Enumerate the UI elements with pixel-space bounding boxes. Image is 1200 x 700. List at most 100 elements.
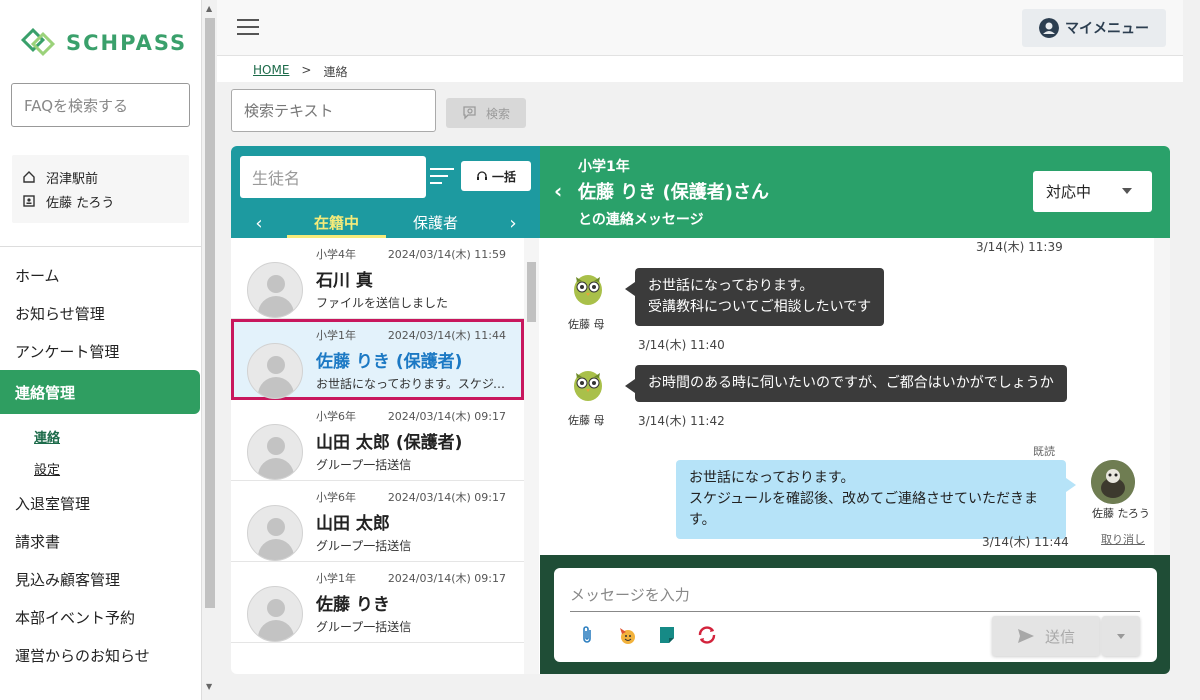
- conversation-rows: 小学4年 2024/03/14(木) 11:59 石川 真 ファイルを送信しまし…: [231, 238, 524, 643]
- list-item[interactable]: 小学1年 2024/03/14(木) 09:17 佐藤 りき グループ一括送信: [231, 562, 524, 643]
- message-bubble-outgoing[interactable]: お世話になっております。 スケジュールを確認後、改めてご連絡させていただきます。: [676, 460, 1076, 539]
- school-info: 沼津駅前 佐藤 たろう: [12, 155, 189, 223]
- breadcrumb-separator: >: [301, 63, 312, 77]
- message-bubble-incoming[interactable]: お世話になっております。 受講教科についてご相談したいです: [624, 268, 885, 326]
- tab-enrolled[interactable]: 在籍中: [287, 208, 386, 238]
- nav-item-invoices[interactable]: 請求書: [0, 522, 202, 560]
- row-message: ファイルを送信しました: [316, 296, 449, 310]
- send-icon: [1017, 629, 1034, 643]
- row-date: 2024/03/14(木) 11:44: [387, 329, 506, 342]
- sender-name: 佐藤 たろう: [1092, 507, 1150, 520]
- menu-icon[interactable]: [237, 19, 259, 37]
- list-item[interactable]: 小学4年 2024/03/14(木) 11:59 石川 真 ファイルを送信しまし…: [231, 238, 524, 319]
- message-timestamp: 3/14(木) 11:39: [976, 240, 1063, 254]
- list-item[interactable]: 小学6年 2024/03/14(木) 09:17 山田 太郎 (保護者) グルー…: [231, 400, 524, 481]
- row-date: 2024/03/14(木) 09:17: [387, 572, 506, 585]
- scheduled-send-icon[interactable]: [696, 624, 718, 646]
- avatar: [1091, 460, 1135, 504]
- stamp-icon[interactable]: [616, 624, 638, 646]
- owl-avatar-icon: [574, 371, 602, 401]
- message-timestamp: 3/14(木) 11:40: [638, 338, 725, 352]
- row-message: グループ一括送信: [316, 539, 412, 553]
- nav-item-surveys[interactable]: アンケート管理: [0, 332, 202, 370]
- search-input[interactable]: 検索テキスト: [231, 89, 436, 132]
- chevron-left-icon[interactable]: ‹: [231, 213, 287, 234]
- list-item[interactable]: 小学6年 2024/03/14(木) 09:17 山田 太郎 グループ一括送信: [231, 481, 524, 562]
- nav-item-operator-news[interactable]: 運営からのお知らせ: [0, 636, 202, 674]
- tab-guardians[interactable]: 保護者: [386, 208, 485, 238]
- account-icon: [1039, 18, 1059, 38]
- breadcrumb-home[interactable]: HOME: [253, 63, 289, 80]
- bulk-send-label: 一括: [491, 169, 516, 184]
- unsend-link[interactable]: 取り消し: [1101, 531, 1145, 547]
- sidebar: SCHPASS FAQを検索する 沼津駅前 佐藤 たろう ホーム お知らせ管理 …: [0, 0, 202, 700]
- row-name: 佐藤 りき (保護者): [316, 352, 463, 372]
- avatar: [247, 343, 303, 399]
- nav-sub-settings[interactable]: 設定: [0, 452, 202, 484]
- top-bar: マイメニュー: [217, 0, 1183, 56]
- bulk-send-button[interactable]: 一括: [461, 161, 531, 191]
- send-label: 送信: [1044, 627, 1075, 646]
- paperclip-icon[interactable]: [576, 624, 598, 646]
- row-grade: 小学6年: [316, 491, 356, 504]
- nav-item-contact[interactable]: 連絡管理: [0, 370, 200, 414]
- row-message: グループ一括送信: [316, 458, 412, 472]
- nav-item-notices[interactable]: お知らせ管理: [0, 294, 202, 332]
- main-nav: ホーム お知らせ管理 アンケート管理 連絡管理 連絡 設定 入退室管理 請求書 …: [0, 256, 202, 674]
- message-bubble-incoming[interactable]: お時間のある時に伺いたいのですが、ご都合はいかがでしょうか: [625, 365, 1067, 402]
- avatar: [247, 586, 303, 642]
- chat-scrollbar[interactable]: [1154, 238, 1170, 555]
- scroll-up-icon[interactable]: ▲: [206, 4, 212, 13]
- message-input[interactable]: メッセージを入力: [570, 578, 1140, 612]
- search-button[interactable]: 検索: [446, 98, 526, 128]
- chat-grade: 小学1年: [578, 159, 630, 175]
- list-item-selected[interactable]: 小学1年 2024/03/14(木) 11:44 佐藤 りき (保護者) お世話…: [231, 319, 524, 400]
- nav-item-attendance[interactable]: 入退室管理: [0, 484, 202, 522]
- send-button[interactable]: 送信: [992, 616, 1100, 656]
- back-icon[interactable]: ‹: [554, 179, 562, 203]
- message-line: 受講教科についてご相談したいです: [648, 299, 872, 315]
- avatar: [247, 424, 303, 480]
- compose-area: メッセージを入力 送信: [540, 555, 1170, 674]
- message-line: お世話になっております。: [648, 278, 814, 294]
- faq-search-input[interactable]: FAQを検索する: [11, 83, 190, 127]
- breadcrumb-current: 連絡: [323, 65, 348, 79]
- message-thread: 3/14(木) 11:39 佐藤 母 お世話になっております。 受講教科について…: [540, 238, 1170, 555]
- filter-icon[interactable]: [430, 168, 454, 186]
- user-line: 佐藤 たろう: [22, 189, 179, 213]
- scrollbar-thumb[interactable]: [527, 262, 536, 322]
- nav-item-home[interactable]: ホーム: [0, 256, 202, 294]
- my-menu-button[interactable]: マイメニュー: [1022, 9, 1166, 47]
- nav-sub-contact[interactable]: 連絡: [0, 420, 202, 452]
- status-value: 対応中: [1046, 183, 1092, 201]
- page-scrollbar[interactable]: [1183, 0, 1200, 700]
- send-options-button[interactable]: [1102, 616, 1140, 656]
- scrollbar-thumb[interactable]: [205, 18, 215, 608]
- row-grade: 小学1年: [316, 329, 356, 342]
- nav-item-hq-events[interactable]: 本部イベント予約: [0, 598, 202, 636]
- sidebar-scrollbar[interactable]: ▲ ▼: [203, 0, 217, 700]
- conversation-list-panel: 生徒名 一括 ‹ 在籍中 保護者 › 小学4年 2024/03/14(木) 11…: [231, 146, 541, 674]
- my-menu-label: マイメニュー: [1065, 21, 1149, 37]
- breadcrumb-bar: [217, 56, 1183, 82]
- user-name: 佐藤 たろう: [46, 195, 115, 211]
- chevron-down-icon: [1117, 634, 1125, 639]
- app-logo[interactable]: SCHPASS: [18, 28, 187, 58]
- status-select[interactable]: 対応中: [1033, 171, 1152, 212]
- template-icon[interactable]: [656, 624, 678, 646]
- row-name: 山田 太郎: [316, 514, 390, 534]
- compose-toolbar: [576, 624, 718, 646]
- sender-name: 佐藤 母: [568, 414, 605, 427]
- row-message: お世話になっております。スケジュー...: [316, 377, 506, 391]
- scroll-down-icon[interactable]: ▼: [206, 682, 212, 691]
- nav-item-prospects[interactable]: 見込み顧客管理: [0, 560, 202, 598]
- chevron-right-icon[interactable]: ›: [485, 213, 541, 234]
- avatar: [247, 262, 303, 318]
- logo-text: SCHPASS: [66, 31, 188, 55]
- compose-box: メッセージを入力 送信: [554, 568, 1157, 662]
- search-icon: [463, 106, 476, 120]
- school-name: 沼津駅前: [46, 171, 99, 187]
- student-name-input[interactable]: 生徒名: [240, 156, 426, 198]
- row-grade: 小学1年: [316, 572, 356, 585]
- list-scrollbar[interactable]: [524, 238, 539, 674]
